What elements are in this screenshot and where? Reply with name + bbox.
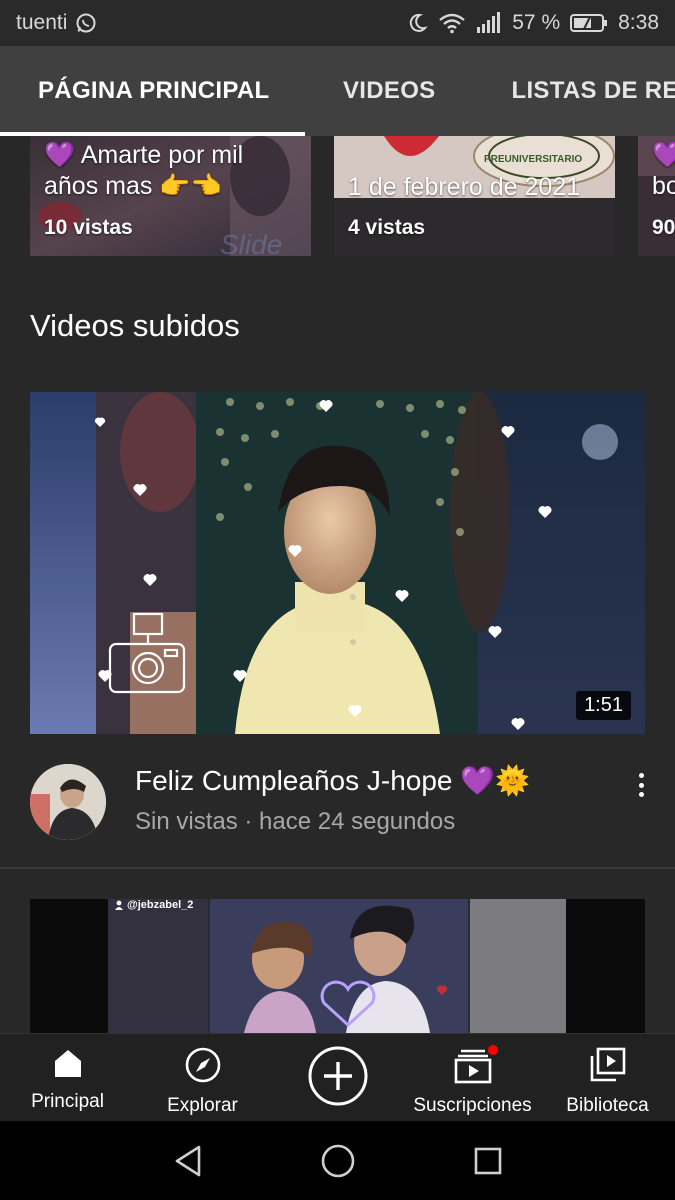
user-icon xyxy=(115,900,123,910)
video-stats: Sin vistas · hace 24 segundos xyxy=(135,808,456,835)
home-circle-icon[interactable] xyxy=(313,1136,363,1186)
nav-label: Explorar xyxy=(167,1095,238,1116)
carousel-title: 💜 Amarte por mil años mas 👉👈 xyxy=(44,141,244,200)
tab-videos[interactable]: VIDEOS xyxy=(305,46,474,136)
video-duration: 1:51 xyxy=(576,691,631,720)
carousel-card[interactable]: PREUNIVERSITARIO 1 de febrero de 2021 4 … xyxy=(334,136,615,256)
video-thumbnail[interactable]: 1:51 xyxy=(30,392,645,734)
carousel-views: 4 vistas xyxy=(348,216,426,239)
home-icon xyxy=(51,1046,85,1085)
signal-icon xyxy=(476,12,502,34)
back-icon[interactable] xyxy=(163,1136,213,1186)
status-bar: tuenti 57 % 8:38 xyxy=(0,0,675,46)
carousel-title: 1 de febrero de 2021 xyxy=(348,173,581,201)
carrier-name: tuenti xyxy=(16,11,68,34)
playlist-carousel: Slide 💜 Amarte por mil años mas 👉👈 10 vi… xyxy=(0,136,675,256)
nav-biblioteca[interactable]: Biblioteca xyxy=(540,1034,675,1122)
clock: 8:38 xyxy=(618,11,659,34)
thumbnail-image xyxy=(30,392,645,734)
tab-pagina-principal[interactable]: PÁGINA PRINCIPAL xyxy=(0,46,305,136)
thumbnail-image xyxy=(30,899,645,1033)
section-title: Videos subidos xyxy=(30,308,240,343)
notification-badge xyxy=(486,1043,500,1057)
channel-avatar[interactable] xyxy=(30,764,106,840)
svg-text:PREUNIVERSITARIO: PREUNIVERSITARIO xyxy=(484,154,582,165)
compass-icon xyxy=(184,1046,222,1089)
video-thumbnail[interactable]: @jebzabel_2 xyxy=(30,899,645,1033)
more-options-icon[interactable] xyxy=(629,770,653,800)
channel-tabs: PÁGINA PRINCIPAL VIDEOS LISTAS DE REPROD… xyxy=(0,46,675,136)
nav-create[interactable] xyxy=(270,1034,405,1122)
system-navigation-bar xyxy=(0,1121,675,1200)
svg-text:Slide: Slide xyxy=(220,229,282,256)
carousel-title: 💜 bo xyxy=(652,141,675,200)
moon-icon xyxy=(406,12,429,34)
battery-percent: 57 % xyxy=(512,11,561,34)
thumbnail-watermark: @jebzabel_2 xyxy=(114,899,193,911)
divider xyxy=(0,867,675,869)
bottom-navigation: Principal Explorar Suscripciones Bibliot… xyxy=(0,1033,675,1121)
carousel-card[interactable]: Slide 💜 Amarte por mil años mas 👉👈 10 vi… xyxy=(30,136,311,256)
nav-label: Suscripciones xyxy=(413,1095,532,1116)
wifi-icon xyxy=(438,12,466,34)
library-icon xyxy=(588,1046,628,1089)
tab-listas-de-reproduccion[interactable]: LISTAS DE REPRODUCCIÓN xyxy=(474,46,675,136)
nav-explorar[interactable]: Explorar xyxy=(135,1034,270,1122)
nav-label: Principal xyxy=(31,1091,104,1112)
carousel-card[interactable]: 💜 bo 90 xyxy=(638,136,675,256)
carousel-views: 90 xyxy=(652,216,675,239)
nav-suscripciones[interactable]: Suscripciones xyxy=(405,1034,540,1122)
video-info[interactable]: Feliz Cumpleaños J-hope 💜🌞 Sin vistas · … xyxy=(0,750,675,868)
whatsapp-icon xyxy=(75,12,97,34)
nav-principal[interactable]: Principal xyxy=(0,1034,135,1122)
create-icon xyxy=(307,1045,369,1112)
battery-icon xyxy=(570,13,608,33)
carousel-views: 10 vistas xyxy=(44,216,133,239)
watermark-text: @jebzabel_2 xyxy=(127,899,194,911)
nav-label: Biblioteca xyxy=(566,1095,649,1116)
recents-icon[interactable] xyxy=(463,1136,513,1186)
video-title[interactable]: Feliz Cumpleaños J-hope 💜🌞 xyxy=(135,764,530,797)
